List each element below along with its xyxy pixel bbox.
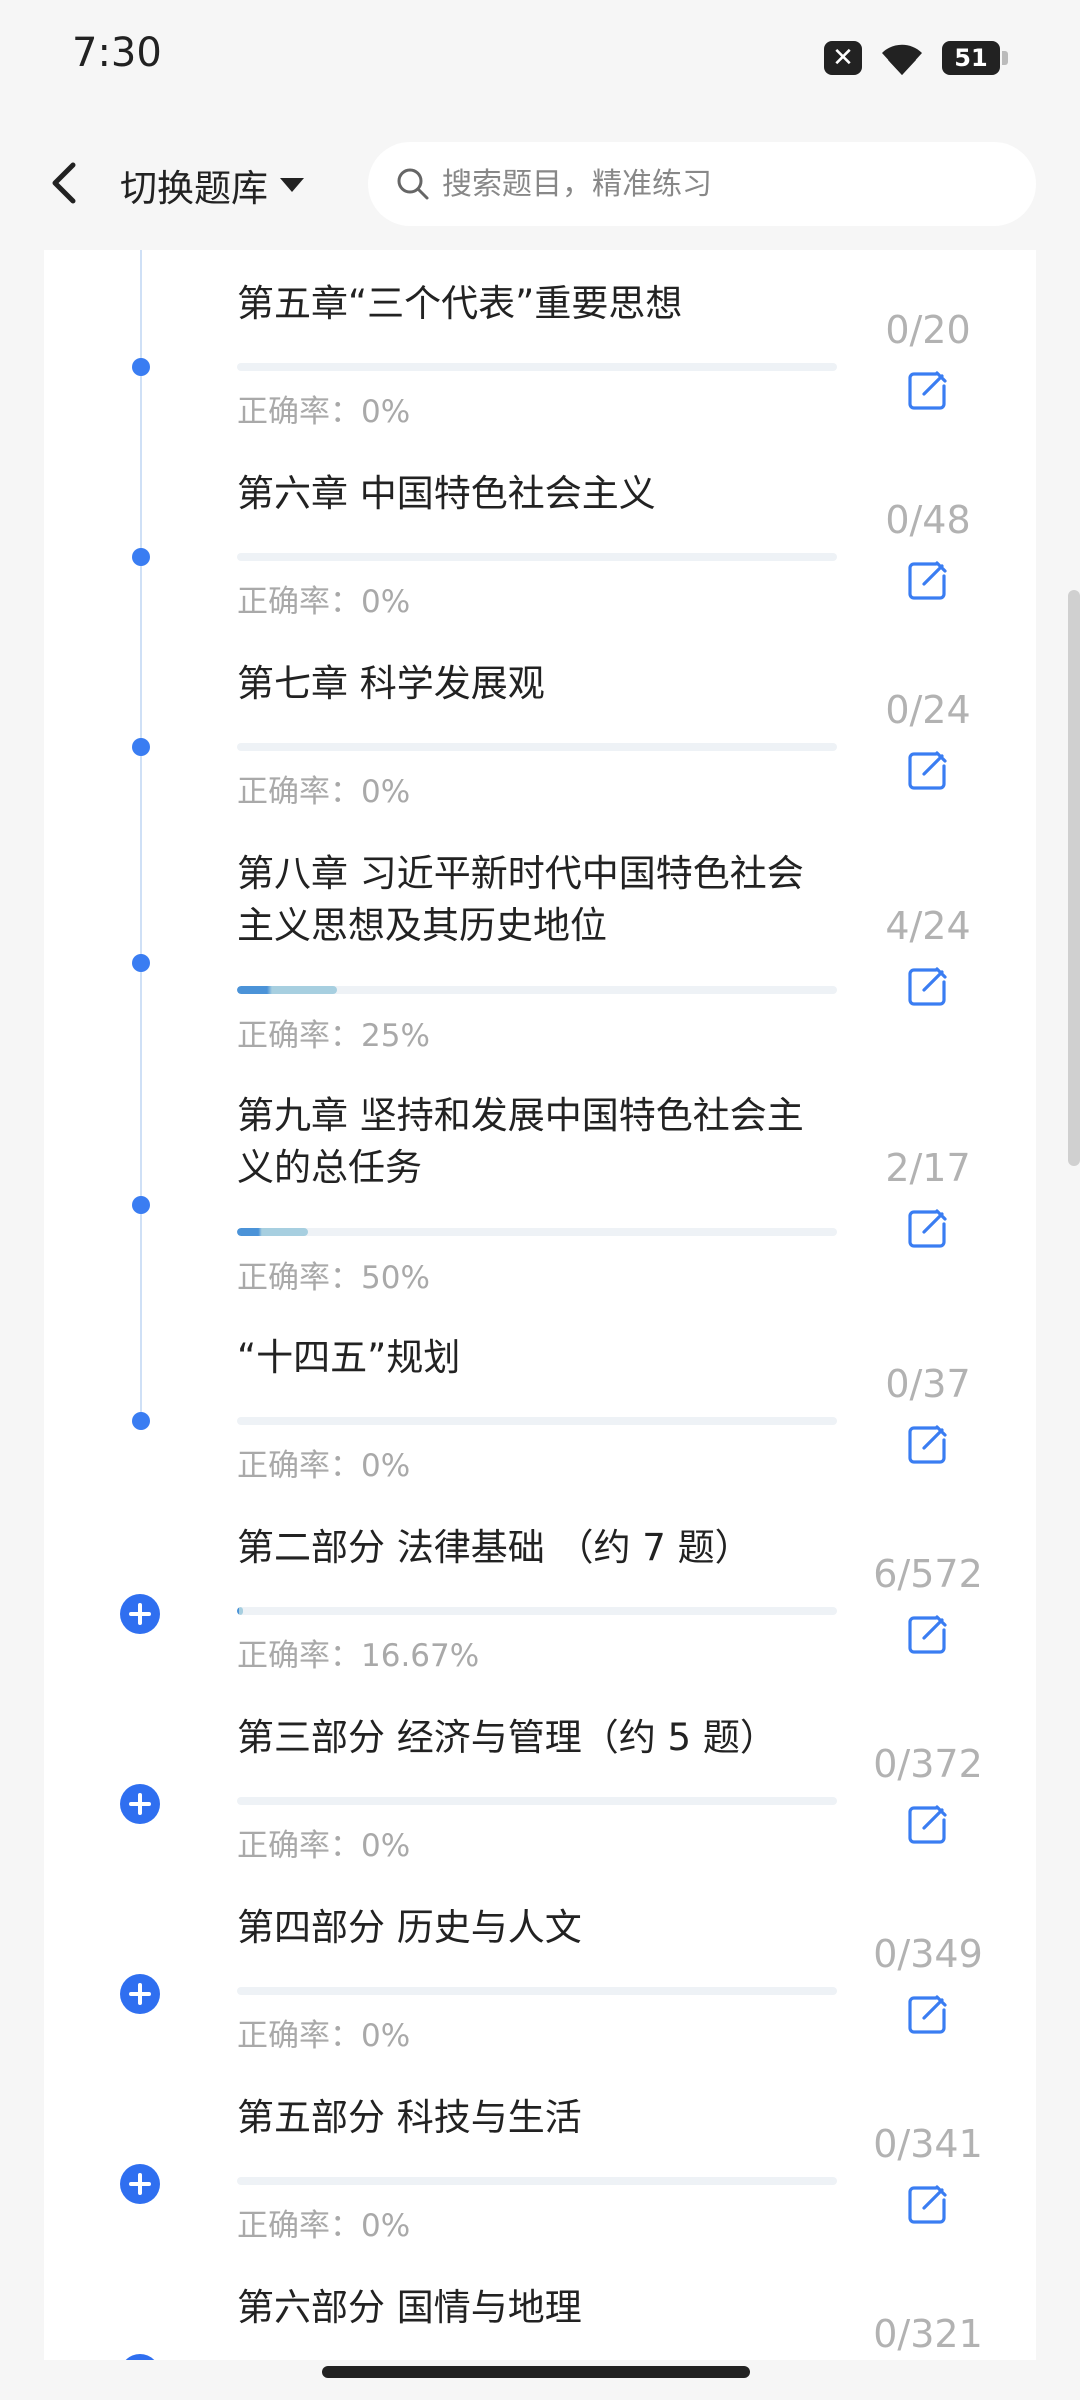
accuracy-text: 正确率：16.67% [237, 1638, 480, 1674]
edit-practice-icon[interactable] [906, 1992, 950, 2036]
back-button[interactable] [34, 148, 94, 218]
list-item[interactable]: 第二部分 法律基础 （约 7 题） 正确率：16.67% 6/572 [44, 1494, 1036, 1684]
edit-practice-icon[interactable] [906, 2182, 950, 2226]
question-count: 0/321 [873, 2312, 983, 2356]
timeline-dot [132, 358, 150, 376]
list-item[interactable]: 第九章 坚持和发展中国特色社会主义的总任务正确率：50% 2/17 [44, 1062, 1036, 1296]
edit-practice-icon[interactable] [906, 964, 950, 1008]
switch-library-label: 切换题库 [120, 167, 268, 210]
timeline-dot [132, 1196, 150, 1214]
expand-plus-icon[interactable] [120, 1594, 160, 1634]
expand-plus-icon[interactable] [120, 2354, 160, 2360]
list-item[interactable]: 第八章 习近平新时代中国特色社会主义思想及其历史地位正确率：25% 4/24 [44, 820, 1036, 1054]
item-title: 第六部分 国情与地理 [237, 2286, 582, 2329]
timeline-dot [132, 548, 150, 566]
status-icons: ✕ 51 [824, 36, 1008, 80]
accuracy-text: 正确率：0% [237, 774, 411, 810]
question-count: 0/341 [873, 2122, 983, 2166]
progress-bar [237, 743, 837, 751]
scrollbar[interactable] [1068, 590, 1080, 1166]
expand-plus-icon[interactable] [120, 2164, 160, 2204]
progress-bar [237, 1987, 837, 1995]
progress-bar [237, 1607, 837, 1615]
search-box[interactable] [368, 142, 1036, 226]
item-title: 第二部分 法律基础 （约 7 题） [237, 1526, 752, 1569]
wifi-icon [878, 39, 926, 77]
battery-icon: 51 [942, 41, 1008, 75]
timeline-dot [132, 954, 150, 972]
question-count: 0/20 [885, 308, 971, 352]
question-count: 4/24 [885, 904, 971, 948]
sim-error-icon: ✕ [824, 41, 862, 75]
edit-practice-icon[interactable] [906, 558, 950, 602]
status-time: 7:30 [72, 30, 162, 76]
question-count: 0/24 [885, 688, 971, 732]
edit-practice-icon[interactable] [906, 1802, 950, 1846]
item-title: 第七章 科学发展观 [237, 662, 545, 705]
back-arrow-icon [52, 162, 76, 204]
search-icon [397, 168, 429, 200]
edit-practice-icon[interactable] [906, 1612, 950, 1656]
list-item[interactable]: 第五章“三个代表”重要思想正确率：0% 0/20 [44, 250, 1036, 440]
battery-level: 51 [942, 41, 1000, 75]
progress-bar [237, 1797, 837, 1805]
timeline-dot [132, 1412, 150, 1430]
header: 切换题库 [0, 120, 1080, 250]
edit-practice-icon[interactable] [906, 1422, 950, 1466]
list-item[interactable]: 第四部分 历史与人文正确率：0% 0/349 [44, 1874, 1036, 2064]
expand-plus-icon[interactable] [120, 1784, 160, 1824]
list-item[interactable]: “十四五”规划正确率：0% 0/37 [44, 1304, 1036, 1494]
timeline-dot [132, 738, 150, 756]
progress-bar [237, 986, 837, 994]
item-title: 第九章 坚持和发展中国特色社会主义的总任务 [237, 1094, 804, 1189]
question-count: 6/572 [873, 1552, 983, 1596]
progress-bar [237, 2177, 837, 2185]
list-item[interactable]: 第三部分 经济与管理（约 5 题） 正确率：0% 0/372 [44, 1684, 1036, 1874]
accuracy-text: 正确率：0% [237, 1828, 411, 1864]
progress-fill [237, 1228, 308, 1236]
item-title: 第五章“三个代表”重要思想 [237, 282, 683, 325]
item-title: 第五部分 科技与生活 [237, 2096, 582, 2139]
progress-bar [237, 1417, 837, 1425]
search-input[interactable] [440, 165, 1004, 203]
item-title: 第三部分 经济与管理（约 5 题） [237, 1716, 777, 1759]
question-count: 2/17 [885, 1146, 971, 1190]
progress-fill [237, 986, 338, 994]
item-title: 第六章 中国特色社会主义 [237, 472, 656, 515]
progress-bar [237, 1228, 837, 1236]
list-item[interactable]: 第六章 中国特色社会主义正确率：0% 0/48 [44, 440, 1036, 630]
item-title: 第四部分 历史与人文 [237, 1906, 582, 1949]
accuracy-text: 正确率：0% [237, 1448, 411, 1484]
accuracy-text: 正确率：25% [237, 1018, 430, 1054]
edit-practice-icon[interactable] [906, 1206, 950, 1250]
accuracy-text: 正确率：0% [237, 584, 411, 620]
edit-practice-icon[interactable] [906, 368, 950, 412]
home-indicator[interactable] [322, 2366, 750, 2378]
status-bar: 7:30 ✕ 51 [0, 0, 1080, 120]
question-count: 0/349 [873, 1932, 983, 1976]
accuracy-text: 正确率：0% [237, 394, 411, 430]
list-item[interactable]: 第六部分 国情与地理 0/321 [44, 2254, 1036, 2360]
question-count: 0/48 [885, 498, 971, 542]
accuracy-text: 正确率：0% [237, 2018, 411, 2054]
expand-plus-icon[interactable] [120, 1974, 160, 2014]
item-title: 第八章 习近平新时代中国特色社会主义思想及其历史地位 [237, 852, 804, 947]
switch-library-button[interactable]: 切换题库 [120, 150, 306, 220]
progress-bar [237, 363, 837, 371]
chapter-list: 第五章“三个代表”重要思想 正确率：0% 0/20 第六章 中国特色社会主义 正确率：0… [44, 250, 1036, 2360]
question-count: 0/372 [873, 1742, 983, 1786]
accuracy-text: 正确率：0% [237, 2208, 411, 2244]
accuracy-text: 正确率：50% [237, 1260, 430, 1296]
item-title: “十四五”规划 [237, 1336, 461, 1379]
list-item[interactable]: 第五部分 科技与生活正确率：0% 0/341 [44, 2064, 1036, 2254]
question-count: 0/37 [885, 1362, 971, 1406]
progress-fill [237, 1607, 244, 1615]
edit-practice-icon[interactable] [906, 748, 950, 792]
list-item[interactable]: 第七章 科学发展观正确率：0% 0/24 [44, 630, 1036, 820]
caret-down-icon [280, 178, 304, 192]
progress-bar [237, 553, 837, 561]
